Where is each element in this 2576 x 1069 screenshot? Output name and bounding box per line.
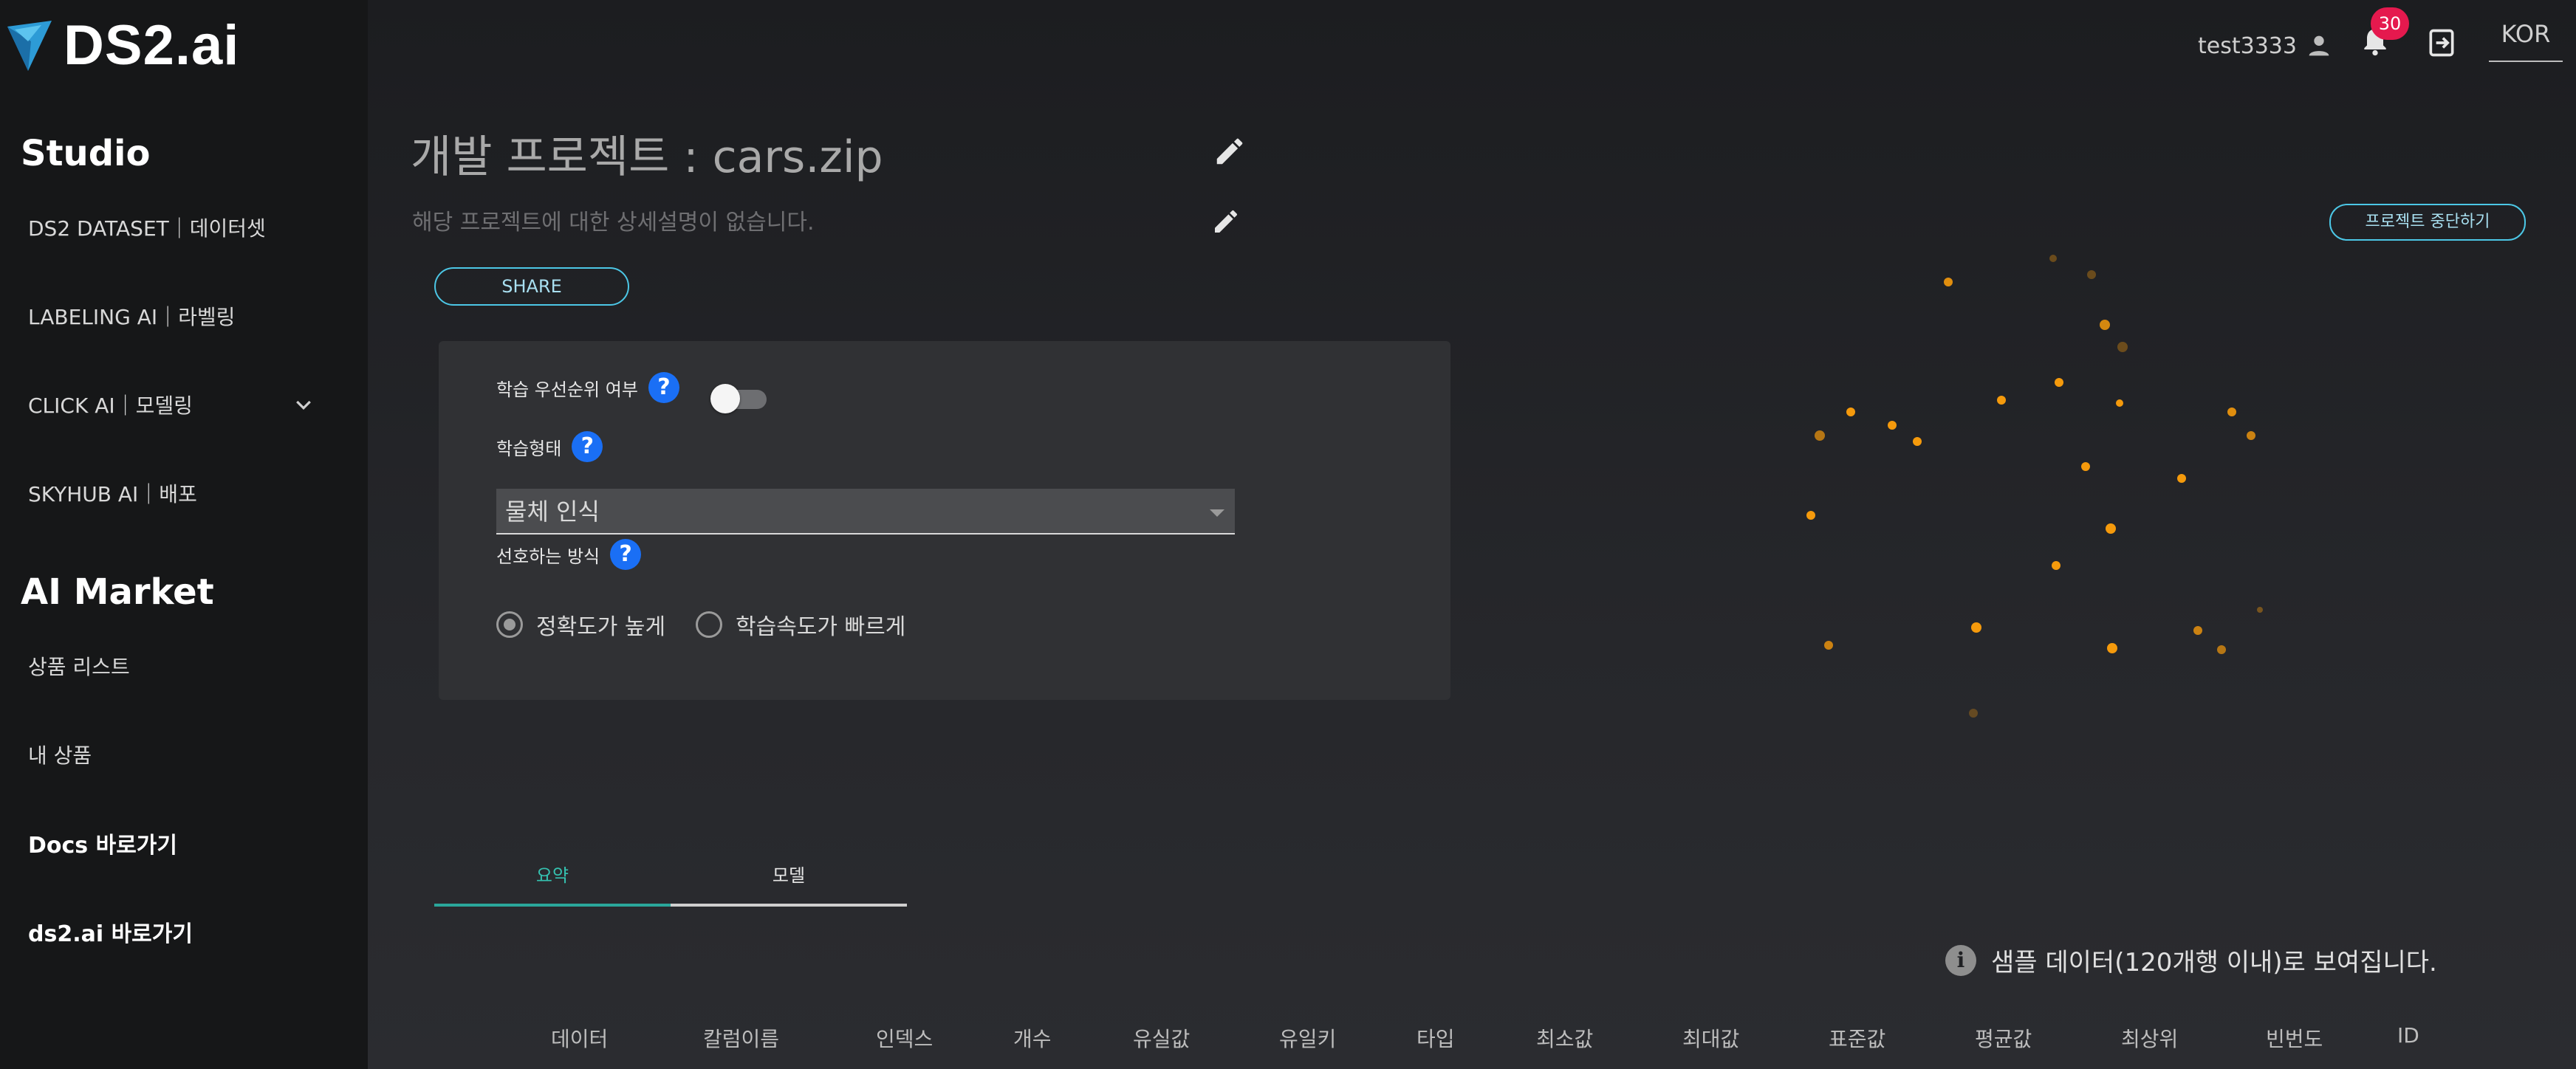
priority-toggle-knob[interactable] (710, 384, 740, 413)
column-header[interactable]: 데이터 (551, 1023, 608, 1053)
loading-dot (2193, 626, 2202, 635)
training-type-value: 물체 인식 (505, 498, 600, 526)
loading-dot (2087, 270, 2096, 279)
radio-unchecked-icon[interactable] (696, 611, 722, 638)
column-header[interactable]: 최상위 (2121, 1023, 2178, 1053)
sidebar-item-my-products[interactable]: 내 상품 (28, 740, 92, 769)
training-type-label: 학습형태 (496, 438, 562, 459)
sidebar: DS2.ai Studio DS2 DATASET｜데이터셋 LABELING … (0, 0, 368, 1069)
notification-badge: 30 (2371, 7, 2409, 40)
column-header[interactable]: 표준값 (1829, 1023, 1885, 1053)
column-header[interactable]: 유일키 (1279, 1023, 1336, 1053)
loading-dot (1969, 709, 1978, 718)
project-description: 해당 프로젝트에 대한 상세설명이 없습니다. (412, 210, 815, 236)
loading-dot (2049, 255, 2057, 262)
loading-dot (2106, 523, 2116, 534)
loading-dot (2247, 431, 2255, 440)
sample-data-text: 샘플 데이터(120개행 이내)로 보여집니다. (1991, 948, 2437, 977)
loading-dot (1806, 511, 1815, 520)
column-header[interactable]: 평균값 (1975, 1023, 2032, 1053)
radio-speed[interactable]: 학습속도가 빠르게 (696, 608, 905, 641)
loading-dot (2055, 378, 2063, 387)
column-header[interactable]: 개수 (1013, 1023, 1052, 1053)
share-button[interactable]: SHARE (434, 267, 629, 306)
loading-dot (2052, 561, 2061, 570)
dropdown-arrow-icon (1210, 509, 1224, 517)
sample-data-notice: i 샘플 데이터(120개행 이내)로 보여집니다. (1945, 942, 2437, 978)
column-header[interactable]: 유실값 (1133, 1023, 1190, 1053)
training-type-select[interactable]: 물체 인식 (496, 489, 1235, 534)
project-title: 개발 프로젝트 : cars.zip (411, 131, 883, 183)
column-header[interactable]: 인덱스 (876, 1023, 933, 1053)
loading-dots-animation (1806, 255, 2263, 718)
help-icon[interactable]: ? (648, 372, 679, 403)
preference-label: 선호하는 방식 (496, 546, 600, 567)
ds2ai-link[interactable]: ds2.ai 바로가기 (28, 915, 193, 948)
studio-section-title: Studio (21, 133, 151, 174)
logo-text: DS2.ai (64, 14, 240, 77)
sidebar-item-labeling[interactable]: LABELING AI｜라벨링 (28, 301, 235, 331)
tab-summary[interactable]: 요약 (434, 861, 671, 907)
loading-dot (1846, 408, 1855, 416)
loading-dot (1971, 622, 1981, 633)
loading-dot (2116, 399, 2123, 407)
loading-dot (2217, 645, 2226, 654)
sidebar-item-click-ai[interactable]: CLICK AI｜모델링 (28, 390, 193, 419)
training-type-label-row: 학습형태 ? (496, 431, 603, 462)
priority-label: 학습 우선순위 여부 (496, 379, 638, 400)
user-icon (2309, 35, 2329, 56)
loading-dot (1888, 421, 1897, 430)
column-header[interactable]: 빈번도 (2266, 1023, 2323, 1053)
loading-dot (2117, 342, 2128, 352)
radio-accuracy[interactable]: 정확도가 높게 (496, 608, 665, 641)
radio-checked-icon[interactable] (496, 611, 523, 638)
loading-dot (2081, 462, 2090, 471)
docs-link[interactable]: Docs 바로가기 (28, 827, 177, 859)
preference-label-row: 선호하는 방식 ? (496, 539, 642, 570)
loading-dot (2100, 320, 2110, 330)
help-icon[interactable]: ? (572, 431, 603, 462)
logo-mark-icon (7, 20, 52, 71)
column-header[interactable]: 최소값 (1536, 1023, 1593, 1053)
column-header[interactable]: 칼럼이름 (703, 1023, 779, 1053)
priority-label-row: 학습 우선순위 여부 ? (496, 372, 679, 403)
help-icon[interactable]: ? (610, 539, 642, 570)
radio-accuracy-label: 정확도가 높게 (536, 614, 666, 640)
loading-dot (1913, 437, 1922, 446)
loading-dot (2257, 607, 2263, 613)
stop-project-button[interactable]: 프로젝트 중단하기 (2329, 204, 2526, 241)
loading-dot (1824, 641, 1833, 650)
column-header[interactable]: 최대값 (1682, 1023, 1739, 1053)
edit-title-icon[interactable] (1213, 134, 1247, 168)
loading-dot (1944, 278, 1953, 286)
loading-dot (1997, 396, 2006, 405)
column-header[interactable]: 타입 (1417, 1023, 1455, 1053)
sidebar-item-skyhub[interactable]: SKYHUB AI｜배포 (28, 478, 197, 508)
logout-icon[interactable] (2425, 27, 2458, 59)
loading-dot (2177, 474, 2186, 483)
sidebar-item-dataset[interactable]: DS2 DATASET｜데이터셋 (28, 213, 266, 242)
loading-dot (2107, 643, 2117, 653)
chevron-down-icon[interactable] (292, 394, 315, 416)
radio-speed-label: 학습속도가 빠르게 (736, 614, 906, 640)
app-logo[interactable]: DS2.ai (6, 13, 239, 78)
username: test3333 (2198, 32, 2297, 59)
column-header[interactable]: ID (2397, 1023, 2419, 1048)
market-section-title: AI Market (21, 571, 214, 613)
language-selector[interactable]: KOR (2489, 18, 2563, 62)
info-icon: i (1945, 944, 1976, 976)
edit-description-icon[interactable] (1211, 207, 1241, 236)
tab-model[interactable]: 모델 (671, 861, 907, 907)
user-menu[interactable]: test3333 (2198, 31, 2334, 61)
loading-dot (2227, 408, 2236, 416)
loading-dot (1815, 430, 1825, 441)
sidebar-item-products[interactable]: 상품 리스트 (28, 651, 130, 681)
